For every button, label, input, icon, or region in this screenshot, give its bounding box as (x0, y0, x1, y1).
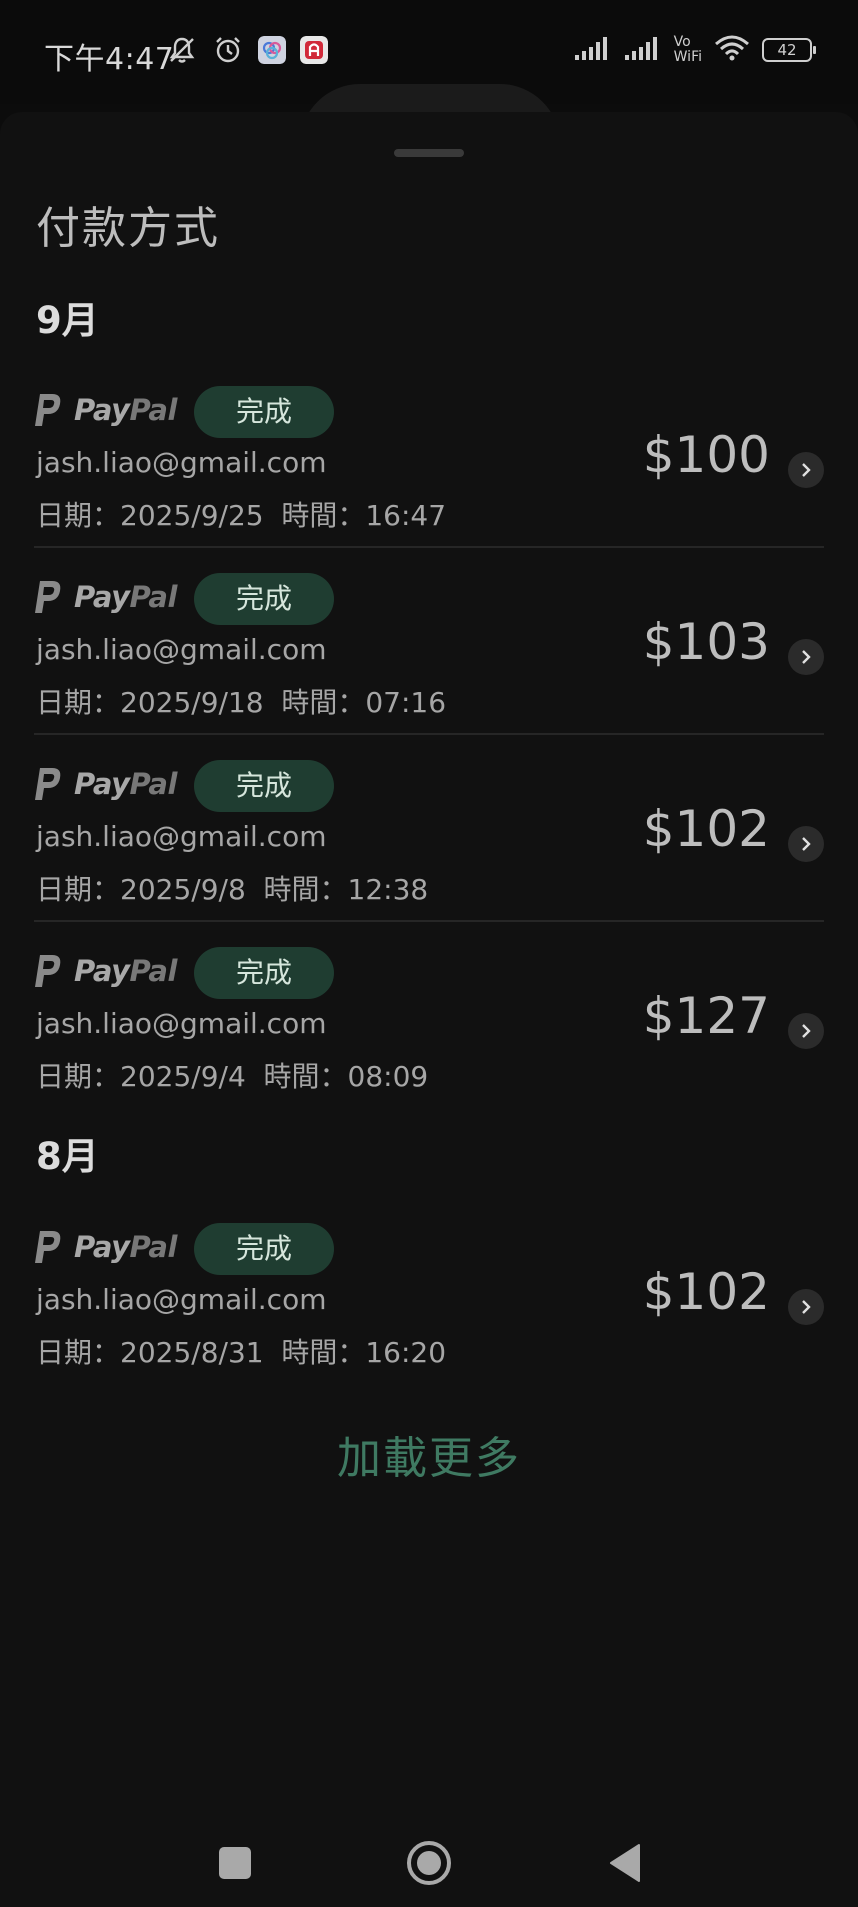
payment-datetime: 日期：2025/9/4 時間：08:09 (36, 1060, 429, 1093)
status-badge: 完成 (194, 760, 334, 812)
cell-signal-icon (574, 35, 612, 65)
payment-amount: $102 (642, 1263, 770, 1321)
payment-email: jash.liao@gmail.com (36, 1007, 327, 1040)
paypal-logo: PayPal (34, 392, 177, 428)
row-divider (34, 733, 824, 735)
paypal-logo: PayPal (34, 953, 177, 989)
payment-method-name: PayPal (74, 393, 177, 427)
payment-datetime: 日期：2025/9/25 時間：16:47 (36, 499, 447, 532)
row-divider (34, 546, 824, 548)
payment-amount: $100 (642, 426, 770, 484)
chevron-right-icon[interactable] (788, 826, 824, 862)
paypal-icon (35, 955, 61, 987)
payment-amount: $102 (642, 800, 770, 858)
row-divider (34, 920, 824, 922)
payment-email: jash.liao@gmail.com (36, 446, 327, 479)
payment-method-name: PayPal (74, 767, 177, 801)
vowifi-top: Vo (673, 34, 691, 50)
payment-method-name: PayPal (74, 954, 177, 988)
paypal-logo: PayPal (34, 1229, 177, 1265)
payment-row[interactable]: PayPal 完成 jash.liao@gmail.com 日期：2025/9/… (0, 376, 858, 536)
chevron-right-icon[interactable] (788, 639, 824, 675)
payment-methods-sheet: 付款方式 9月 PayPal 完成 jash.liao@gmail.com 日期… (0, 112, 858, 1907)
mute-icon (166, 34, 198, 70)
vowifi-bottom: WiFi (673, 49, 702, 65)
status-badge: 完成 (194, 573, 334, 625)
chevron-right-icon[interactable] (788, 1013, 824, 1049)
app-notification-icon (258, 36, 286, 68)
home-button[interactable] (404, 1838, 454, 1888)
paypal-icon (35, 581, 61, 613)
month-header: 8月 (36, 1135, 99, 1178)
paypal-icon (35, 394, 61, 426)
app-notification-icon (300, 36, 328, 68)
battery-level: 42 (777, 41, 797, 59)
drag-handle[interactable] (394, 149, 464, 157)
payment-email: jash.liao@gmail.com (36, 633, 327, 666)
alarm-icon (212, 34, 244, 70)
payment-datetime: 日期：2025/9/8 時間：12:38 (36, 873, 429, 906)
home-circle-icon (407, 1841, 451, 1885)
payment-row[interactable]: PayPal 完成 jash.liao@gmail.com 日期：2025/9/… (0, 937, 858, 1097)
cell-signal-icon (624, 35, 662, 65)
paypal-icon (35, 1231, 61, 1263)
chevron-right-icon[interactable] (788, 452, 824, 488)
month-header: 9月 (36, 299, 99, 342)
load-more-button[interactable]: 加載更多 (0, 1422, 858, 1486)
payment-datetime: 日期：2025/8/31 時間：16:20 (36, 1336, 447, 1369)
payment-row[interactable]: PayPal 完成 jash.liao@gmail.com 日期：2025/8/… (0, 1213, 858, 1373)
vowifi-label: Vo WiFi (674, 35, 702, 65)
chevron-right-icon[interactable] (788, 1289, 824, 1325)
payment-email: jash.liao@gmail.com (36, 820, 327, 853)
status-right-icons: Vo WiFi 42 (574, 34, 816, 66)
wifi-icon (714, 34, 750, 66)
back-triangle-icon (610, 1844, 640, 1882)
back-button[interactable] (600, 1838, 650, 1888)
payment-datetime: 日期：2025/9/18 時間：07:16 (36, 686, 447, 719)
payment-amount: $103 (642, 613, 770, 671)
status-badge: 完成 (194, 947, 334, 999)
recents-button[interactable] (210, 1838, 260, 1888)
payment-row[interactable]: PayPal 完成 jash.liao@gmail.com 日期：2025/9/… (0, 563, 858, 723)
paypal-logo: PayPal (34, 766, 177, 802)
battery-icon: 42 (762, 38, 816, 62)
status-left-icons (166, 34, 328, 70)
payment-method-name: PayPal (74, 580, 177, 614)
status-time: 下午4:47 (44, 42, 175, 77)
paypal-icon (35, 768, 61, 800)
square-icon (219, 1847, 251, 1879)
status-badge: 完成 (194, 386, 334, 438)
payment-amount: $127 (642, 987, 770, 1045)
payment-row[interactable]: PayPal 完成 jash.liao@gmail.com 日期：2025/9/… (0, 750, 858, 910)
paypal-logo: PayPal (34, 579, 177, 615)
sheet-title: 付款方式 (36, 203, 220, 254)
status-badge: 完成 (194, 1223, 334, 1275)
payment-email: jash.liao@gmail.com (36, 1283, 327, 1316)
payment-method-name: PayPal (74, 1230, 177, 1264)
